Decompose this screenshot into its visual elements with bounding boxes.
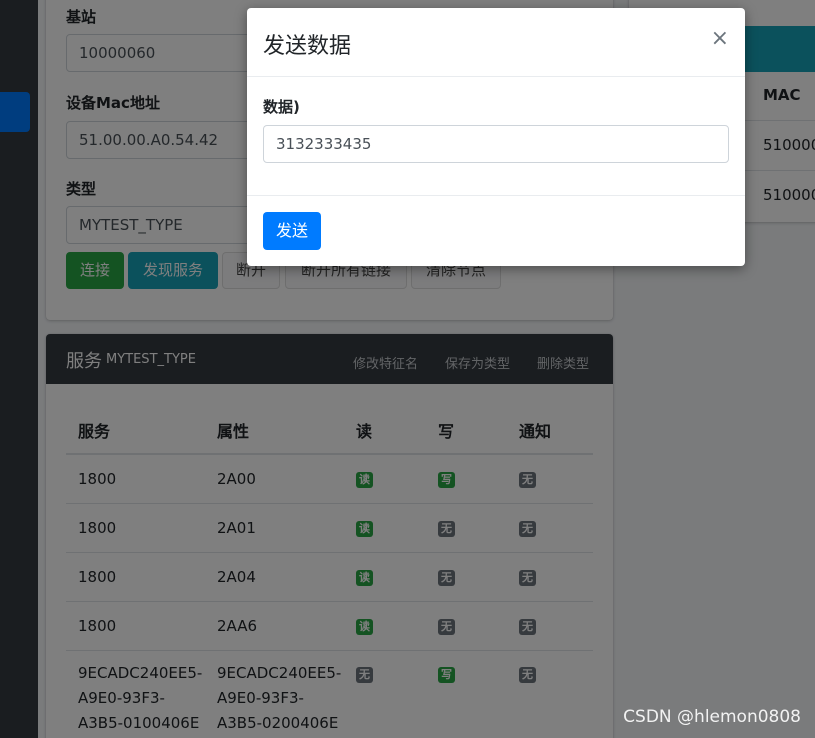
modal-footer-divider [247, 195, 745, 196]
send-button[interactable]: 发送 [263, 212, 321, 250]
watermark: CSDN @hlemon0808 [623, 707, 801, 727]
data-field-label: 数据) [263, 98, 300, 116]
send-data-modal: 发送数据 × 数据) 3132333435 发送 [247, 8, 745, 266]
modal-title: 发送数据 [263, 34, 352, 59]
modal-header: 发送数据 × [247, 8, 745, 77]
data-input[interactable]: 3132333435 [263, 125, 729, 163]
close-icon[interactable]: × [711, 26, 729, 51]
